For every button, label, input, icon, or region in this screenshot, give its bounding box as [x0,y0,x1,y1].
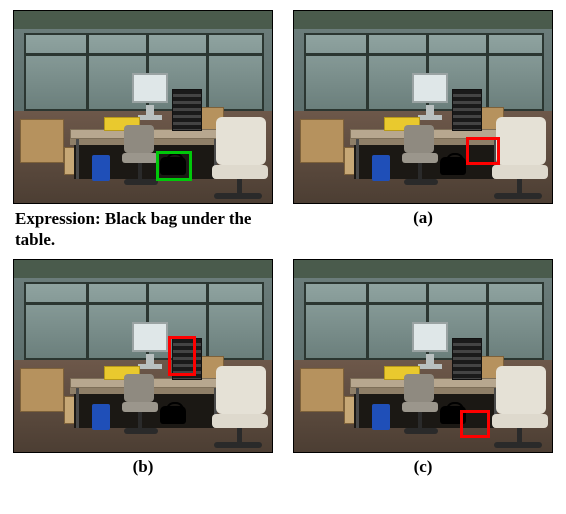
panel-a: (a) [290,10,556,251]
bbox-prediction-a [466,137,500,165]
bbox-prediction-c [460,410,490,438]
figure-grid: Expression: Black bag under the table. [10,10,556,485]
expression-caption: Expression: Black bag under the table. [13,204,273,251]
scene-image-c [293,259,553,453]
scene-image-a [293,10,553,204]
panel-ground-truth: Expression: Black bag under the table. [10,10,276,251]
panel-c: (c) [290,259,556,477]
panel-b: (b) [10,259,276,477]
bbox-prediction-b [168,336,196,376]
panel-label-b: (b) [133,453,154,477]
bbox-ground-truth [156,151,192,181]
scene-image-b [13,259,273,453]
scene-image-gt [13,10,273,204]
expression-prefix: Expression: [15,209,105,228]
panel-label-c: (c) [414,453,433,477]
panel-label-a: (a) [413,204,433,228]
